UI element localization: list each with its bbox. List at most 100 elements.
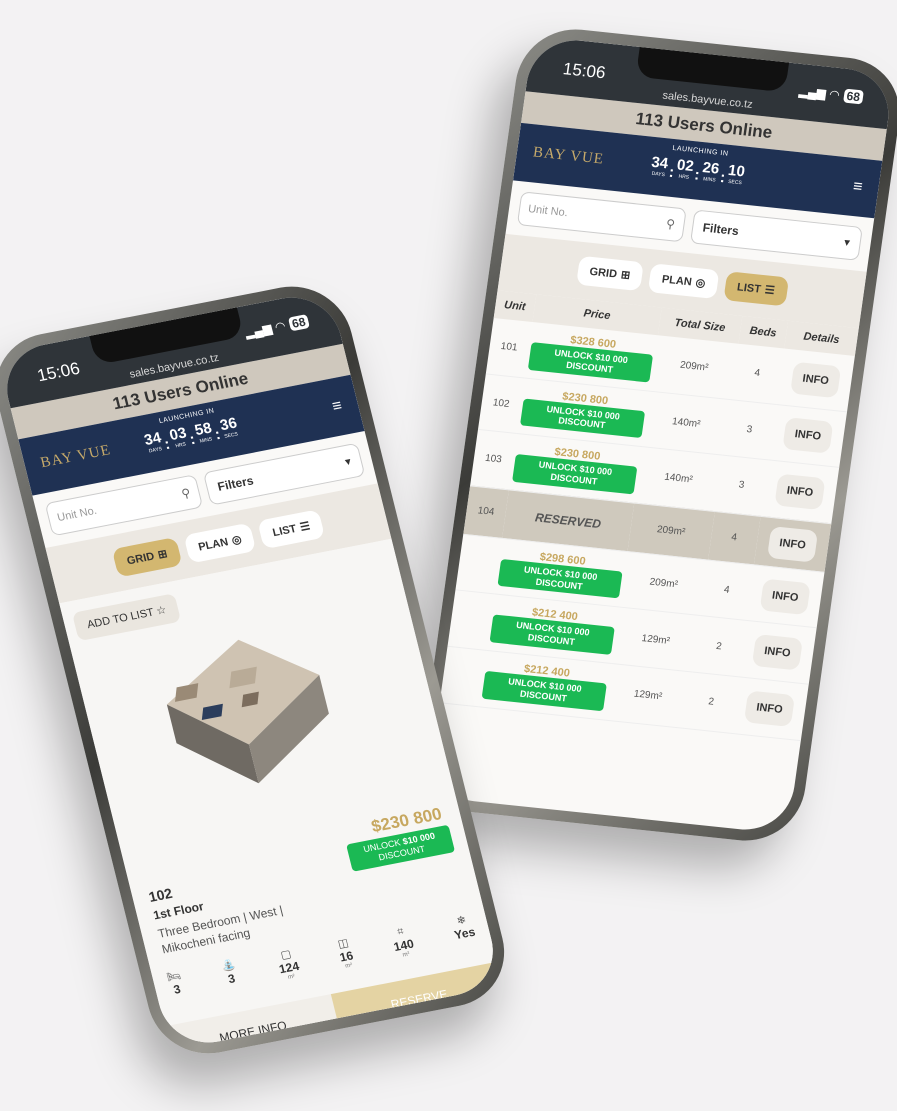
notch bbox=[635, 46, 789, 93]
beds-cell: 4 bbox=[730, 343, 785, 405]
beds-cell: 4 bbox=[707, 511, 761, 565]
beds-cell: 2 bbox=[683, 671, 739, 733]
countdown-days: 34 bbox=[650, 153, 670, 173]
info-button[interactable]: INFO bbox=[759, 578, 811, 615]
filters-label: Filters bbox=[701, 220, 740, 239]
map-pin-icon: ◎ bbox=[230, 533, 243, 548]
grid-view-label: GRID bbox=[588, 265, 618, 281]
phone-list-view: 15:06 ▂▄▆ ◠ 68 sales.bayvue.co.tz 113 Use… bbox=[413, 23, 897, 847]
col-unit[interactable]: Unit bbox=[493, 290, 537, 323]
details-cell: INFO bbox=[776, 348, 855, 412]
battery-icon: 68 bbox=[287, 314, 310, 332]
more-info-button[interactable]: MORE INFO bbox=[164, 994, 342, 1051]
plan-view-button[interactable]: PLAN◎ bbox=[647, 263, 720, 300]
unit-stat: ▢ 124 m² bbox=[274, 946, 302, 982]
phone-screen: 15:06 ▂▄▆ ◠ 68 sales.bayvue.co.tz 113 Use… bbox=[426, 35, 895, 835]
info-button[interactable]: INFO bbox=[790, 361, 841, 399]
reserved-text: RESERVED bbox=[534, 510, 602, 531]
size-cell: 129m² bbox=[611, 607, 700, 672]
countdown-days-label: DAYS bbox=[651, 170, 666, 179]
info-button[interactable]: INFO bbox=[774, 473, 826, 511]
filters-label: Filters bbox=[216, 473, 255, 494]
plan-view-button[interactable]: PLAN◎ bbox=[183, 522, 257, 564]
search-icon[interactable]: ⚲ bbox=[180, 486, 192, 501]
list-view-button[interactable]: LIST☰ bbox=[723, 271, 789, 307]
stat-value: 3 bbox=[226, 971, 237, 987]
list-icon: ☰ bbox=[763, 284, 776, 298]
unit-stat: ⌗ 140 m² bbox=[389, 924, 417, 960]
unit-search-placeholder: Unit No. bbox=[527, 203, 569, 220]
unit-search-placeholder: Unit No. bbox=[56, 504, 99, 525]
size-cell: 209m² bbox=[619, 551, 708, 616]
search-icon[interactable]: ⚲ bbox=[665, 217, 676, 232]
wifi-icon: ◠ bbox=[828, 87, 841, 103]
info-button[interactable]: INFO bbox=[782, 417, 834, 455]
battery-icon: 68 bbox=[842, 88, 864, 105]
grid-view-button[interactable]: GRID⊞ bbox=[575, 255, 645, 292]
signal-icon: ▂▄▆ bbox=[243, 321, 274, 340]
info-button[interactable]: INFO bbox=[744, 690, 795, 727]
stat-value: Yes bbox=[452, 924, 477, 943]
details-cell: INFO bbox=[753, 516, 832, 573]
stat-value: 16 bbox=[338, 948, 355, 965]
grid-view-button[interactable]: GRID⊞ bbox=[111, 537, 183, 578]
list-icon: ☰ bbox=[298, 520, 312, 534]
plan-view-label: PLAN bbox=[661, 273, 693, 289]
details-cell: INFO bbox=[738, 620, 817, 685]
unit-stat: 🛏 3 bbox=[165, 969, 187, 1004]
list-view-label: LIST bbox=[736, 281, 762, 296]
countdown-hrs: 02 bbox=[675, 156, 695, 176]
add-to-list-button[interactable]: ADD TO LIST ☆ bbox=[71, 593, 182, 642]
floorplan-3d-image[interactable] bbox=[143, 616, 349, 804]
details-cell: INFO bbox=[760, 460, 840, 524]
unit-card: ADD TO LIST ☆ $230 800 UNLOCK $10 000 DIS… bbox=[59, 538, 503, 1051]
map-pin-icon: ◎ bbox=[694, 276, 707, 290]
stat-unit: m² bbox=[344, 962, 354, 970]
details-cell: INFO bbox=[768, 404, 848, 468]
star-icon: ☆ bbox=[155, 604, 168, 618]
grid-icon: ⊞ bbox=[156, 548, 169, 562]
countdown-secs-label: SECS bbox=[727, 178, 743, 187]
grid-icon: ⊞ bbox=[620, 269, 631, 282]
unit-stat: ⛲ 3 bbox=[220, 958, 241, 993]
unit-stat: ❄ Yes bbox=[450, 912, 478, 948]
list-view-button[interactable]: LIST☰ bbox=[257, 509, 326, 550]
details-cell: INFO bbox=[745, 564, 825, 629]
size-cell: 140m² bbox=[634, 446, 723, 512]
size-cell: 140m² bbox=[642, 390, 731, 456]
units-table: Unit Price Total Size Beds Details 101 $3… bbox=[439, 290, 859, 741]
beds-cell: 4 bbox=[699, 559, 754, 621]
signal-icon: ▂▄▆ bbox=[798, 83, 827, 101]
reserve-button[interactable]: RESERVE bbox=[330, 961, 503, 1037]
phone-screen: 15:06 ▂▄▆ ◠ 68 sales.bayvue.co.tz 113 Use… bbox=[0, 289, 503, 1051]
price-cell: $212 400 UNLOCK $10 000 DISCOUNT bbox=[478, 650, 612, 720]
info-button[interactable]: INFO bbox=[752, 634, 803, 671]
wifi-icon: ◠ bbox=[273, 318, 288, 335]
chevron-down-icon: ▾ bbox=[843, 236, 851, 249]
shower-icon: ⛲ bbox=[220, 959, 237, 974]
size-cell: 129m² bbox=[603, 663, 692, 728]
grid-view-label: GRID bbox=[125, 550, 156, 568]
plan-view-label: PLAN bbox=[197, 536, 230, 554]
unit-search-input[interactable]: Unit No. ⚲ bbox=[516, 191, 687, 243]
countdown-secs: 10 bbox=[727, 161, 746, 181]
filters-dropdown[interactable]: Filters ▾ bbox=[689, 209, 863, 261]
beds-cell: 3 bbox=[714, 455, 769, 517]
details-cell: INFO bbox=[730, 676, 809, 741]
countdown-mins-label: MINS bbox=[702, 176, 716, 184]
size-cell: 209m² bbox=[627, 502, 715, 560]
countdown-mins: 26 bbox=[701, 159, 721, 178]
unit-stat: ◫ 16 m² bbox=[335, 936, 356, 971]
beds-cell: 3 bbox=[722, 399, 777, 461]
beds-cell: 2 bbox=[691, 615, 746, 677]
add-to-list-label: ADD TO LIST bbox=[85, 606, 155, 632]
info-button[interactable]: INFO bbox=[767, 525, 818, 563]
list-view-label: LIST bbox=[271, 522, 298, 540]
status-icons: ▂▄▆ ◠ 68 bbox=[798, 84, 864, 105]
stat-value: 3 bbox=[172, 981, 183, 997]
bed-icon: 🛏 bbox=[165, 969, 183, 984]
unit-number: 102 bbox=[147, 884, 174, 905]
units-table-body: 101 $328 600 UNLOCK $10 000 DISCOUNT 209m² 4 I… bbox=[439, 317, 855, 741]
size-cell: 209m² bbox=[650, 335, 738, 400]
chevron-down-icon: ▾ bbox=[344, 455, 352, 468]
